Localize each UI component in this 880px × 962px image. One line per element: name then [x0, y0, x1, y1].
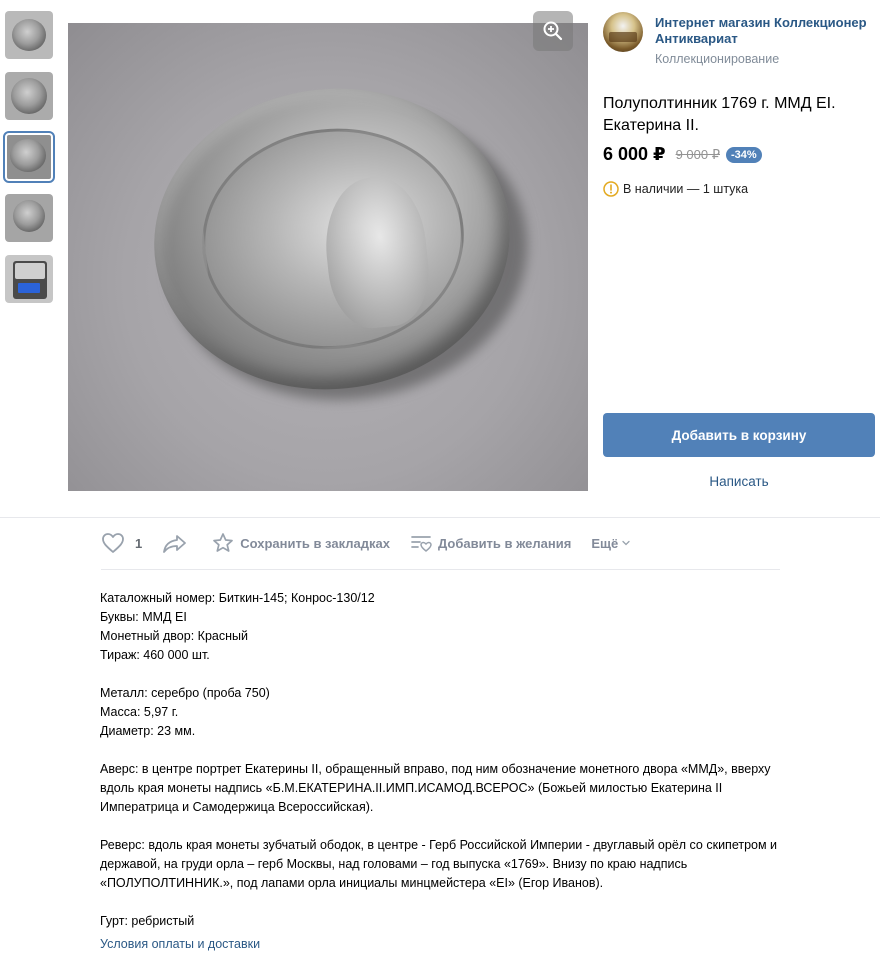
more-label: Ещё — [591, 535, 619, 551]
seller-name[interactable]: Интернет магазин Коллекционер Антиквариа… — [655, 15, 880, 47]
metal: Металл: серебро (проба 750) — [100, 686, 270, 700]
obverse-text: Аверс: в центре портрет Екатерины II, об… — [100, 762, 771, 814]
thumbnail-4[interactable] — [5, 194, 53, 242]
add-to-cart-button[interactable]: Добавить в корзину — [603, 413, 875, 457]
seller-avatar[interactable] — [603, 12, 643, 52]
stock-text: В наличии — 1 штука — [623, 182, 749, 196]
share-arrow-icon — [163, 535, 187, 553]
seller-category: Коллекционирование — [655, 52, 780, 66]
mint: Монетный двор: Красный — [100, 629, 248, 643]
reverse-text: Реверс: вдоль края монеты зубчатый ободо… — [100, 838, 778, 890]
mass: Масса: 5,97 г. — [100, 705, 179, 719]
wishlist-heart-icon — [411, 536, 432, 552]
old-price: 9 000 ₽ — [675, 146, 720, 162]
current-price: 6 000 ₽ — [603, 144, 666, 164]
action-bar: 1 Сохранить в закладках Добавить в желан… — [101, 530, 651, 556]
wishlist-label: Добавить в желания — [437, 535, 572, 551]
edge-text: Гурт: ребристый — [100, 914, 195, 928]
thumbnail-2[interactable] — [5, 72, 53, 120]
stock-status: В наличии — 1 штука — [603, 181, 748, 197]
chevron-down-icon — [622, 540, 630, 546]
diameter: Диаметр: 23 мм. — [100, 724, 196, 738]
zoom-icon — [543, 21, 563, 41]
product-description: Каталожный номер: Биткин-145; Конрос-130… — [100, 589, 790, 931]
catalog-number: Каталожный номер: Биткин-145; Конрос-130… — [100, 591, 375, 605]
warning-circle-icon — [603, 181, 619, 197]
bookmark-button[interactable]: Сохранить в закладках — [212, 532, 390, 554]
thumbnail-1[interactable] — [5, 11, 53, 59]
letters: Буквы: ММД ЕI — [100, 610, 187, 624]
zoom-button[interactable] — [533, 11, 573, 51]
wishlist-button[interactable]: Добавить в желания — [410, 533, 571, 553]
like-count: 1 — [135, 535, 143, 551]
discount-badge: -34% — [726, 146, 762, 163]
product-title: Полуполтинник 1769 г. ММД ЕI. Екатерина … — [603, 95, 836, 134]
thumbnail-strip — [3, 11, 55, 316]
product-photo[interactable] — [68, 23, 588, 491]
heart-icon — [102, 533, 124, 553]
specs-block-1: Каталожный номер: Биткин-145; Конрос-130… — [100, 589, 790, 665]
share-button[interactable] — [162, 533, 194, 553]
payment-delivery-link[interactable]: Условия оплаты и доставки — [100, 937, 260, 951]
thumbnail-5[interactable] — [5, 255, 53, 303]
actions-divider — [101, 569, 780, 570]
like-button[interactable]: 1 — [101, 532, 142, 554]
price-row: 6 000 ₽ 9 000 ₽ -34% — [603, 144, 762, 165]
mintage: Тираж: 460 000 шт. — [100, 648, 210, 662]
bookmark-label: Сохранить в закладках — [240, 535, 390, 551]
thumbnail-3-selected[interactable] — [3, 131, 55, 183]
more-button[interactable]: Ещё — [591, 536, 631, 551]
write-seller-button[interactable]: Написать — [603, 474, 875, 489]
specs-block-2: Металл: серебро (проба 750) Масса: 5,97 … — [100, 684, 790, 741]
star-icon — [213, 533, 234, 552]
section-divider — [0, 517, 880, 518]
